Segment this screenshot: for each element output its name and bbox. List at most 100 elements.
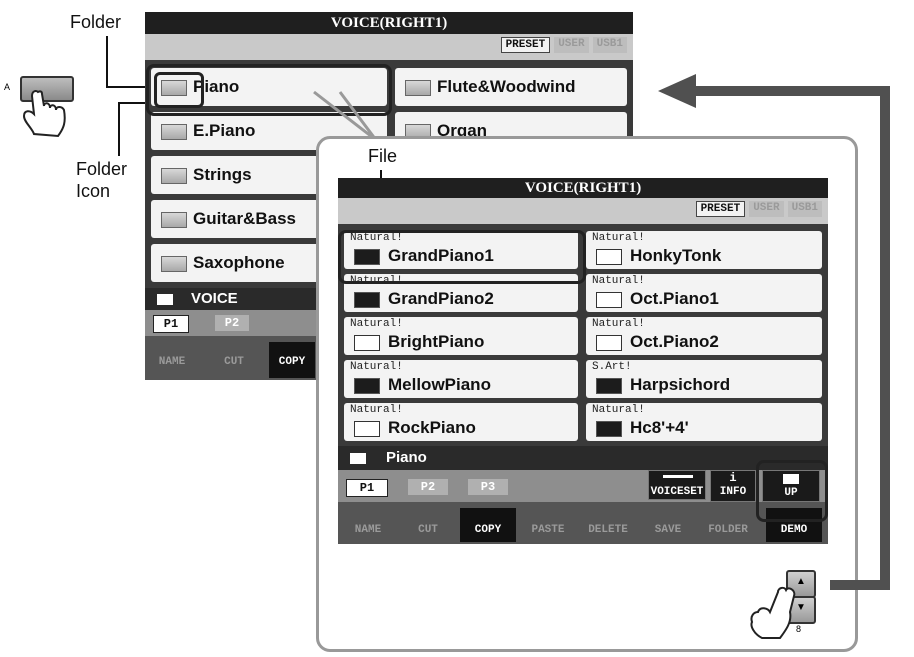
folder-label: Guitar&Bass: [193, 209, 296, 228]
file-item-brightpiano[interactable]: Natural! BrightPiano: [344, 317, 578, 355]
front-tab-preset[interactable]: PRESET: [695, 201, 746, 217]
folder-icon: [350, 453, 366, 464]
front-page-p2[interactable]: P2: [408, 479, 448, 495]
file-tag: Natural!: [592, 232, 645, 244]
back-fn-cut[interactable]: CUT: [211, 356, 257, 368]
front-page-p1[interactable]: P1: [346, 479, 388, 497]
file-tag: Natural!: [592, 318, 645, 330]
folder-leader-line: [106, 36, 108, 88]
folder-icon-callout-line1: Folder: [76, 159, 128, 179]
back-screen-title: VOICE(RIGHT1): [145, 12, 633, 34]
cable-icon: [663, 475, 693, 478]
folder-icon-callout: Folder Icon: [76, 158, 127, 202]
folder-icon: [405, 80, 431, 96]
file-tag: S.Art!: [592, 361, 632, 373]
folder-label: Saxophone: [193, 253, 285, 272]
back-page-p1[interactable]: P1: [153, 315, 189, 333]
folder-icon: [161, 212, 187, 228]
file-item-honkytonk[interactable]: Natural! HonkyTonk: [586, 231, 822, 269]
hand-icon: [750, 586, 796, 639]
folder-label: E.Piano: [193, 121, 256, 140]
file-tag: Natural!: [592, 404, 645, 416]
back-fn-name[interactable]: NAME: [149, 356, 195, 368]
fn-name[interactable]: NAME: [340, 524, 396, 536]
fn-cut[interactable]: CUT: [400, 524, 456, 536]
hand-press-button-a: A: [4, 72, 94, 142]
folder-icon-highlight: [154, 72, 204, 108]
return-arrow-head-icon: [658, 74, 696, 108]
file-tag: Natural!: [350, 318, 403, 330]
info-button[interactable]: i INFO: [710, 470, 756, 502]
folder-label: Flute&Woodwind: [437, 77, 576, 96]
front-tab-usb1[interactable]: USB1: [787, 201, 822, 217]
file-item-oct-piano2[interactable]: Natural! Oct.Piano2: [586, 317, 822, 355]
folder-icon: [161, 168, 187, 184]
info-icon: i: [729, 471, 737, 485]
piano-icon: [596, 292, 622, 308]
folder-label: Strings: [193, 165, 252, 184]
folder-icon-callout-line2: Icon: [76, 181, 111, 201]
piano-icon: [354, 421, 380, 437]
hand-press-updown: ▲ ▼ 8: [740, 568, 830, 646]
fn-paste[interactable]: PASTE: [520, 524, 576, 536]
folder-icon: [161, 256, 187, 272]
front-screen-title: VOICE(RIGHT1): [338, 178, 828, 198]
file-label: HonkyTonk: [630, 246, 722, 265]
piano-icon: [354, 335, 380, 351]
grand-piano-icon: [354, 292, 380, 308]
file-item-mellowpiano[interactable]: Natural! MellowPiano: [344, 360, 578, 398]
fn-delete[interactable]: DELETE: [580, 524, 636, 536]
folder-callout: Folder: [70, 12, 122, 32]
piano-icon: [596, 335, 622, 351]
back-tab-user[interactable]: USER: [554, 37, 589, 53]
info-label: INFO: [719, 486, 747, 498]
voiceset-label: VOICESET: [650, 486, 704, 498]
harpsichord-icon: [596, 421, 622, 437]
file-item-rockpiano[interactable]: Natural! RockPiano: [344, 403, 578, 441]
front-tabstrip: PRESET USER USB1: [338, 198, 828, 226]
file-label: Hc8'+4': [630, 418, 689, 437]
file-label: Oct.Piano1: [630, 289, 719, 308]
file-callout: File: [368, 146, 398, 166]
back-tab-usb1[interactable]: USB1: [592, 37, 627, 53]
button-a-label: A: [4, 82, 11, 92]
folder-icon-leader-line: [118, 102, 120, 156]
front-tab-user[interactable]: USER: [749, 201, 784, 217]
fn-copy[interactable]: COPY: [460, 508, 516, 542]
voiceset-button[interactable]: VOICESET: [648, 470, 706, 500]
harpsichord-icon: [596, 378, 622, 394]
grand-piano-icon: [354, 378, 380, 394]
file-label: Oct.Piano2: [630, 332, 719, 351]
back-tabstrip: PRESET USER USB1: [145, 34, 633, 62]
front-path-bar: Piano: [338, 446, 828, 470]
back-page-p2[interactable]: P2: [215, 315, 249, 331]
return-arrow-bottom: [830, 580, 890, 590]
file-item-harpsichord[interactable]: S.Art! Harpsichord: [586, 360, 822, 398]
back-path-label: VOICE: [191, 290, 238, 307]
hand-icon: [22, 90, 66, 138]
file-label: MellowPiano: [388, 375, 491, 394]
file-label: GrandPiano2: [388, 289, 494, 308]
back-fn-copy[interactable]: COPY: [269, 342, 315, 378]
file-label: RockPiano: [388, 418, 476, 437]
folder-icon: [157, 294, 173, 305]
file-item-hc8-4[interactable]: Natural! Hc8'+4': [586, 403, 822, 441]
grandpiano1-highlight: [338, 230, 586, 284]
file-label: BrightPiano: [388, 332, 485, 351]
front-function-row: NAME CUT COPY PASTE DELETE SAVE FOLDER D…: [338, 502, 828, 544]
file-tag: Natural!: [592, 275, 645, 287]
return-arrow-vertical: [880, 86, 890, 590]
folder-item-flute-woodwind[interactable]: Flute&Woodwind: [395, 68, 627, 106]
front-path-label: Piano: [386, 449, 427, 466]
file-tag: Natural!: [350, 404, 403, 416]
up-button-highlight: [756, 460, 828, 522]
return-arrow-top: [688, 86, 890, 96]
upright-piano-icon: [596, 249, 622, 265]
folder-icon: [161, 124, 187, 140]
file-item-oct-piano1[interactable]: Natural! Oct.Piano1: [586, 274, 822, 312]
front-page-row: P1 P2 P3 VOICESET i INFO UP: [338, 470, 828, 502]
fn-save[interactable]: SAVE: [640, 524, 696, 536]
front-page-p3[interactable]: P3: [468, 479, 508, 495]
back-tab-preset[interactable]: PRESET: [500, 37, 551, 53]
fn-folder[interactable]: FOLDER: [700, 524, 756, 536]
